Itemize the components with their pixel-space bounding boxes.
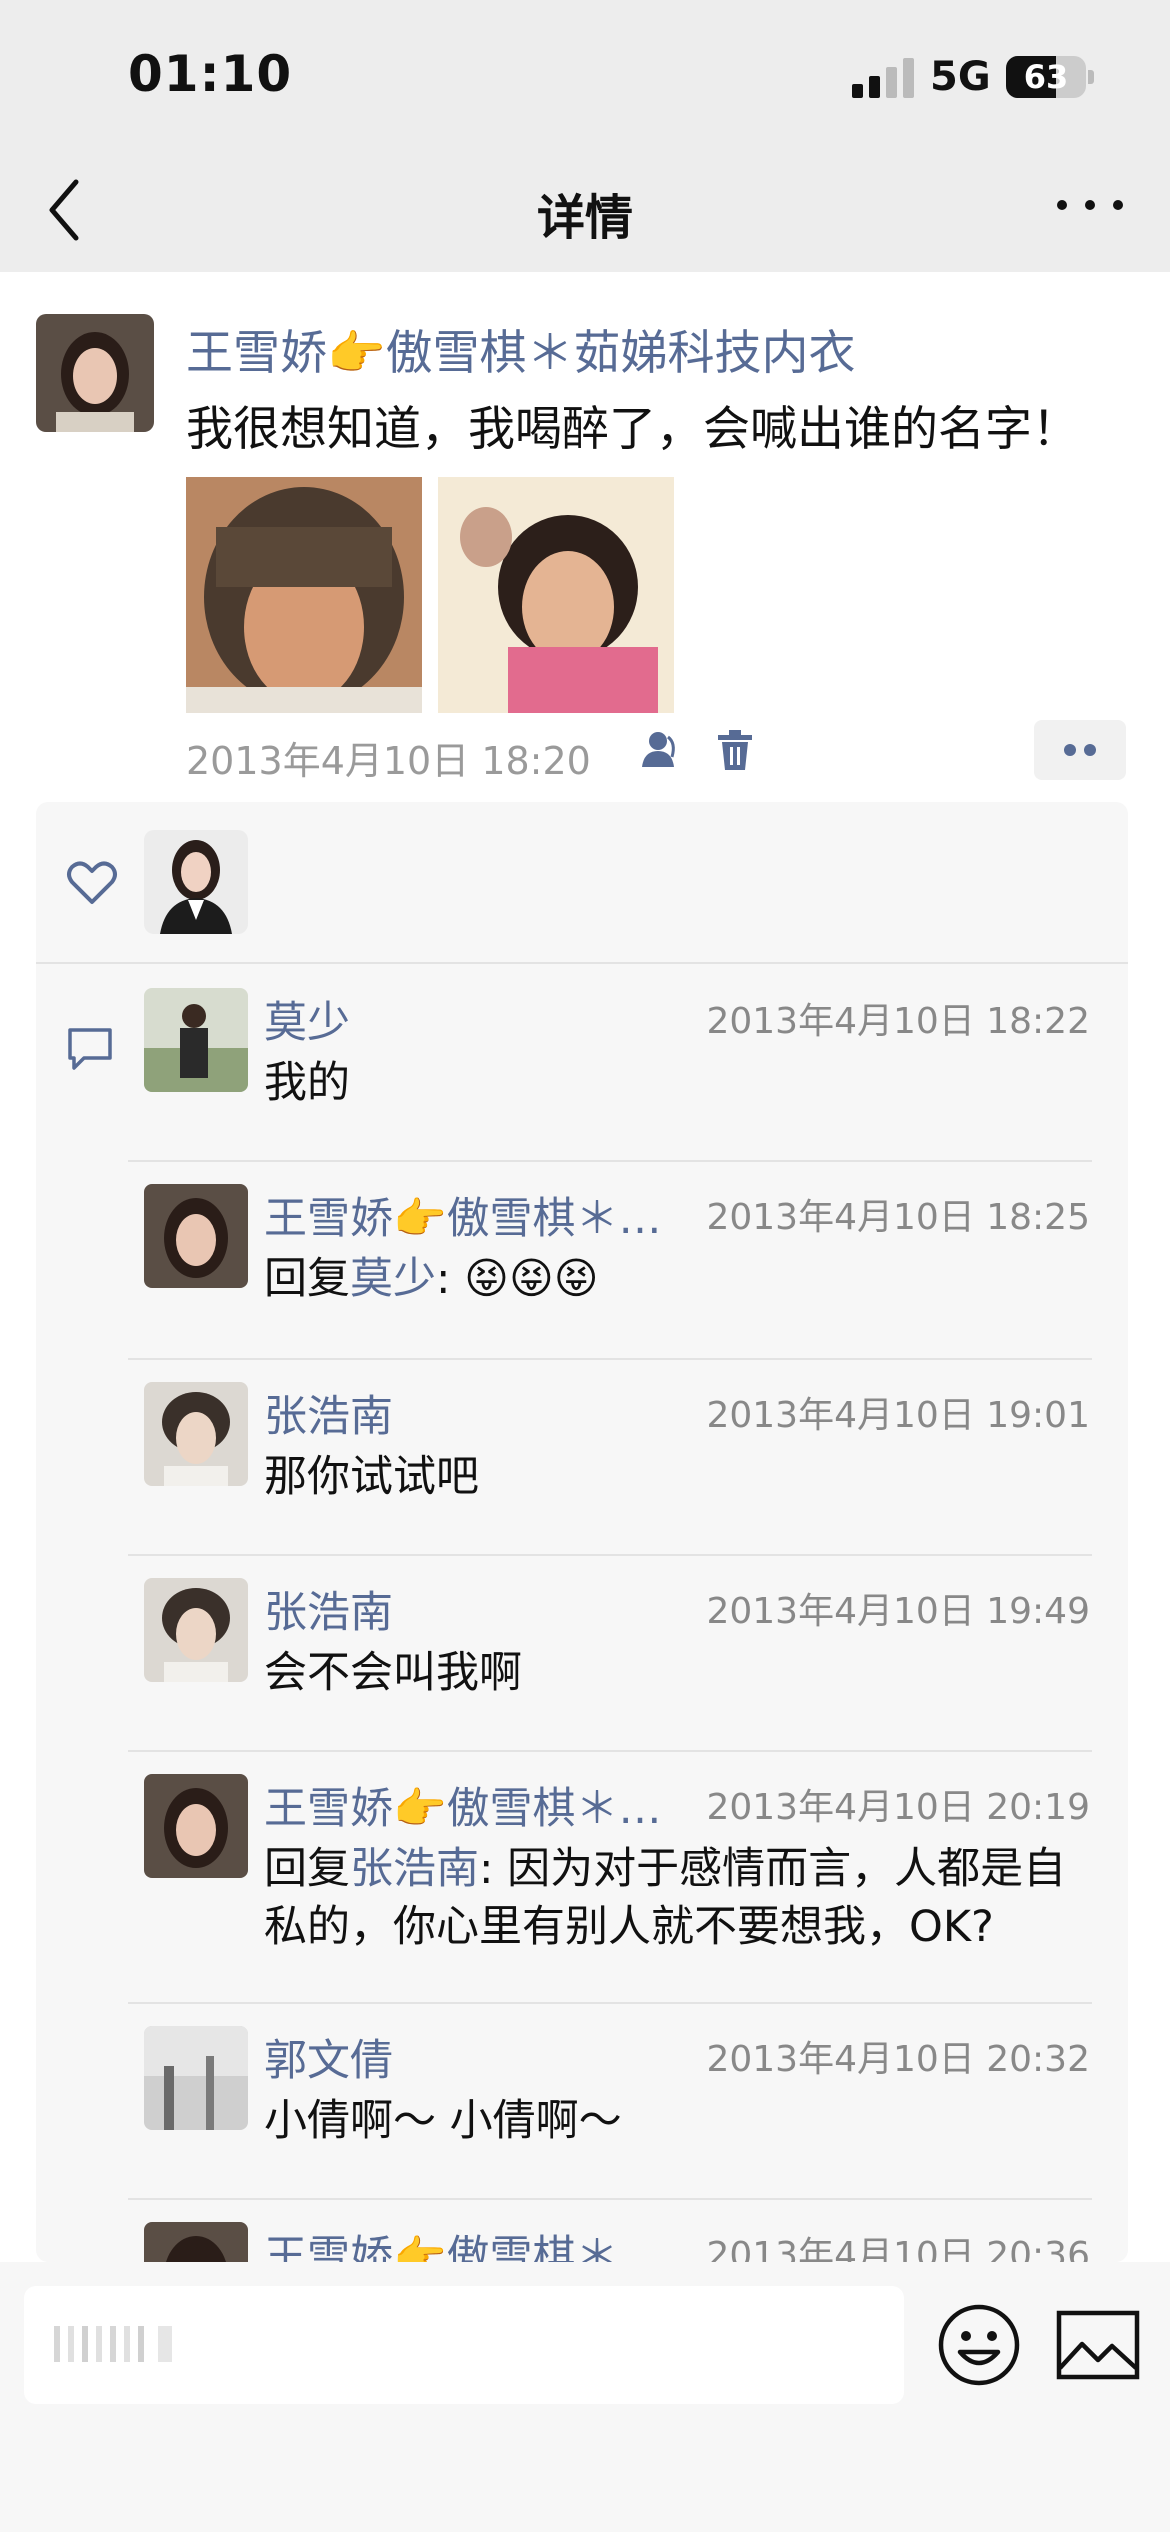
commenter-name[interactable]: 王雪娇👉傲雪棋＊ [264,2222,619,2262]
comment-input-bar [0,2262,1170,2532]
commenter-name[interactable]: 张浩南 [264,1382,393,1444]
signal-icon [852,58,916,98]
divider [128,2002,1092,2004]
comment-time: 2013年4月10日 18:25 [706,1197,1090,1238]
emoji-button[interactable] [936,2302,1022,2388]
comment-item[interactable]: 莫少 2013年4月10日 18:22 我的 [128,964,1128,1160]
author-avatar[interactable] [36,314,154,432]
avatar-image [36,314,154,432]
comment-time: 2013年4月10日 20:32 [706,2039,1090,2080]
dots-icon [1064,744,1096,756]
network-type: 5G [930,54,991,100]
reply-target[interactable]: 莫少 [350,1254,436,1304]
comment-item[interactable]: 王雪娇👉傲雪棋＊… 2013年4月10日 20:19 回复张浩南: 因为对于感情… [128,1750,1128,2002]
reply-prefix: 回复 [264,1844,350,1894]
divider [128,1750,1092,1752]
like-comment-button[interactable] [1034,720,1126,780]
image-icon [1056,2310,1140,2380]
post-author[interactable]: 王雪娇👉傲雪棋＊茹娣科技内衣 [186,314,856,383]
blurred-text [54,2326,172,2362]
commenter-avatar[interactable] [144,1578,248,1682]
image-button[interactable] [1056,2310,1140,2380]
photo-image [186,477,422,713]
status-time: 01:10 [128,45,293,103]
emoji-icon [938,2304,1020,2386]
like-avatar[interactable] [144,830,248,934]
comment-time: 2013年4月10日 19:01 [706,1395,1090,1436]
commenter-avatar[interactable] [144,1184,248,1288]
input-text-blurred [54,2322,254,2376]
commenter-avatar[interactable] [144,2222,248,2262]
comment-text: 我的 [264,1058,350,1108]
photo-image [438,477,674,713]
post-photo-1[interactable] [186,477,422,713]
comment-text: 回复莫少: 😝😝😝 [264,1250,1104,1308]
divider [128,2198,1092,2200]
comment-text: 小倩啊～ 小倩啊～ [264,2096,622,2146]
reply-text: : 😝😝😝 [436,1254,599,1304]
commenter-name[interactable]: 郭文倩 [264,2026,393,2088]
comment-time: 2013年4月10日 20:36 [706,2235,1090,2262]
comment-text: 会不会叫我啊 [264,1648,522,1698]
commenter-name[interactable]: 莫少 [264,988,350,1050]
post-text: 我很想知道，我喝醉了，会喊出谁的名字！ [186,402,1079,457]
privacy-icon[interactable] [638,727,684,773]
comment-time: 2013年4月10日 20:19 [706,1787,1090,1828]
divider [128,1160,1092,1162]
top-bar: 01:10 5G 63 详情 [0,0,1170,272]
post-photo-2[interactable] [438,477,674,713]
divider [128,1358,1092,1360]
commenter-avatar[interactable] [144,1774,248,1878]
commenter-name[interactable]: 张浩南 [264,1578,393,1640]
divider [128,1554,1092,1556]
reply-prefix: 回复 [264,1254,350,1304]
likes-row [36,802,1128,964]
comment-item[interactable]: 张浩南 2013年4月10日 19:01 那你试试吧 [128,1358,1128,1554]
more-icon [1057,200,1123,210]
battery-tip [1088,70,1094,84]
commenter-name[interactable]: 王雪娇👉傲雪棋＊… [264,1774,662,1836]
heart-icon [64,854,120,910]
commenter-avatar[interactable] [144,988,248,1092]
comment-time: 2013年4月10日 18:22 [706,1001,1090,1042]
comment-icon [64,1022,116,1074]
comment-item[interactable]: 张浩南 2013年4月10日 19:49 会不会叫我啊 [128,1554,1128,1750]
interaction-panel: 莫少 2013年4月10日 18:22 我的 王雪娇👉傲雪棋＊… 2013年4月… [36,802,1128,2262]
commenter-name[interactable]: 王雪娇👉傲雪棋＊… [264,1184,662,1246]
comment-time: 2013年4月10日 19:49 [706,1591,1090,1632]
battery-icon: 63 [1006,56,1086,98]
page-title: 详情 [536,190,633,246]
delete-icon[interactable] [712,727,758,773]
more-button[interactable] [1050,180,1130,230]
comment-item[interactable]: 郭文倩 2013年4月10日 20:32 小倩啊～ 小倩啊～ [128,2002,1128,2198]
comment-item[interactable]: 王雪娇👉傲雪棋＊… 2013年4月10日 18:25 回复莫少: 😝😝😝 [128,1160,1128,1358]
commenter-avatar[interactable] [144,2026,248,2130]
comment-text: 那你试试吧 [264,1452,479,1502]
comment-input[interactable] [24,2286,904,2404]
commenter-avatar[interactable] [144,1382,248,1486]
reply-target[interactable]: 张浩南 [350,1844,479,1894]
battery-percent: 63 [1023,58,1069,96]
comment-item[interactable]: 王雪娇👉傲雪棋＊ 2013年4月10日 20:36 [128,2198,1128,2262]
post-time: 2013年4月10日 18:20 [186,739,591,783]
comment-text: 回复张浩南: 因为对于感情而言，人都是自私的，你心里有别人就不要想我，OK? [264,1840,1104,1956]
